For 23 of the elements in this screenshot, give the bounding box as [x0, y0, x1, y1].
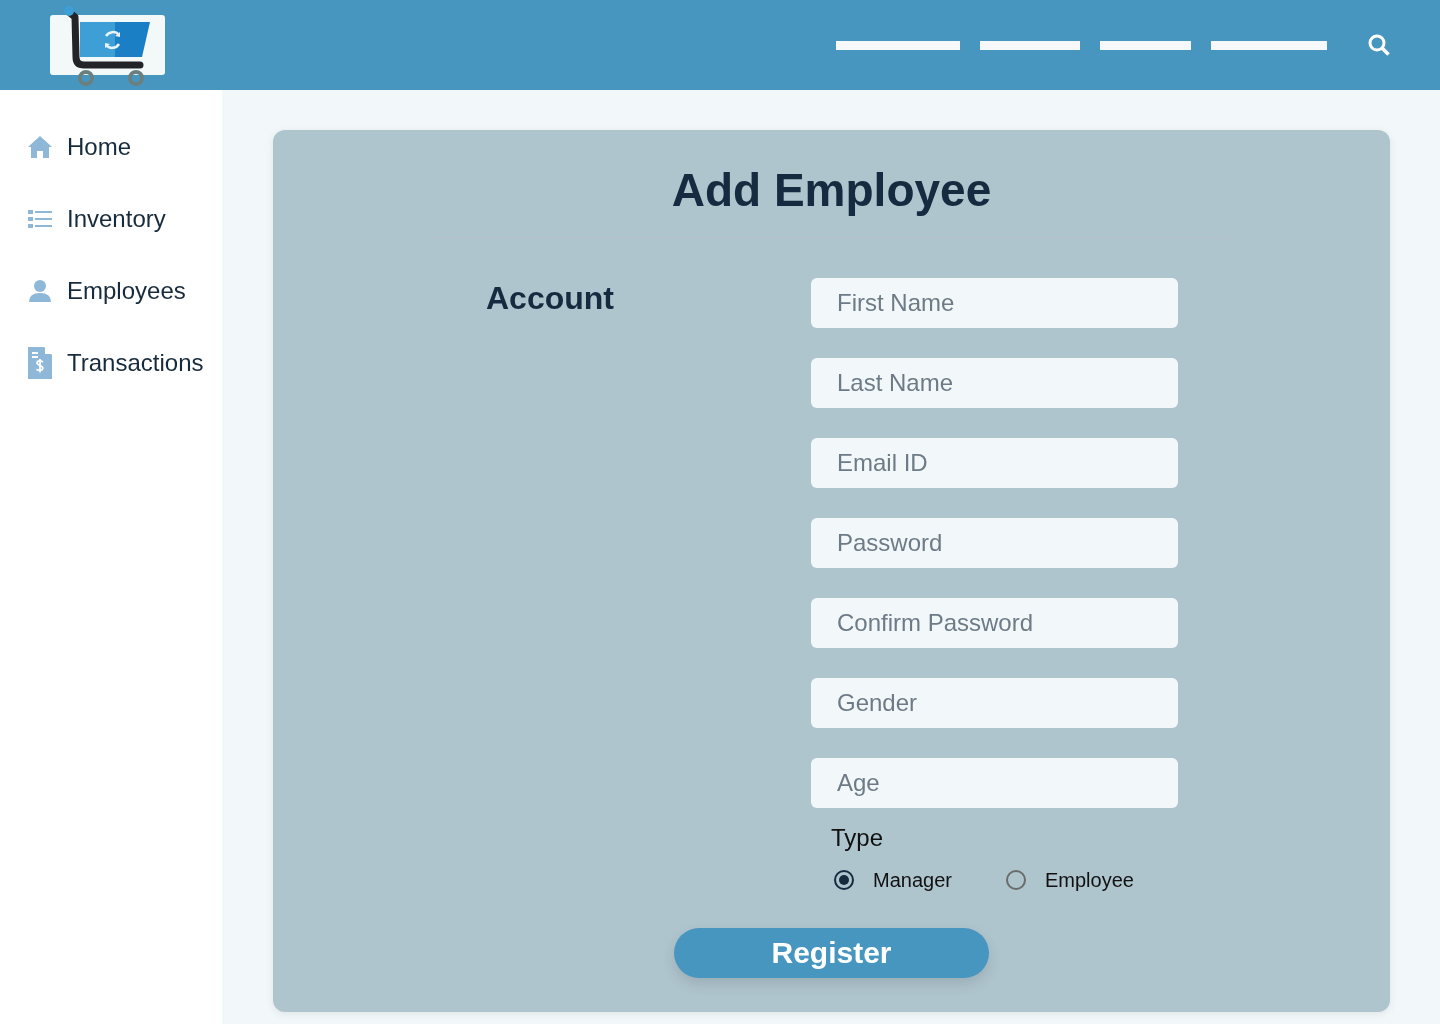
- form-title: Add Employee: [671, 163, 992, 218]
- home-icon: [27, 134, 53, 160]
- radio-group-label: Type: [831, 823, 884, 853]
- radio-button[interactable]: [1006, 870, 1026, 890]
- sidebar-item[interactable]: Transactions: [27, 347, 204, 379]
- input-field[interactable]: Confirm Password: [811, 598, 1178, 648]
- sidebar-item[interactable]: Inventory: [27, 203, 166, 235]
- shopping-cart-logo[interactable]: [50, 5, 168, 88]
- sidebar-item[interactable]: Home: [27, 131, 132, 163]
- input-field[interactable]: First Name: [811, 278, 1178, 328]
- radio-label[interactable]: Employee: [1045, 868, 1134, 892]
- input-field[interactable]: Age: [811, 758, 1178, 808]
- dollar-document-icon: [27, 347, 53, 379]
- input-field[interactable]: Gender: [811, 678, 1178, 728]
- search-icon[interactable]: [1368, 33, 1390, 57]
- input-field[interactable]: Last Name: [811, 358, 1178, 408]
- section-heading: Account: [486, 279, 614, 318]
- input-field[interactable]: Password: [811, 518, 1178, 568]
- input-field[interactable]: Email ID: [811, 438, 1178, 488]
- radio-label[interactable]: Manager: [873, 868, 952, 892]
- person-icon: [27, 278, 53, 304]
- sidebar-item[interactable]: Employees: [27, 275, 186, 307]
- radio-button[interactable]: [834, 870, 854, 890]
